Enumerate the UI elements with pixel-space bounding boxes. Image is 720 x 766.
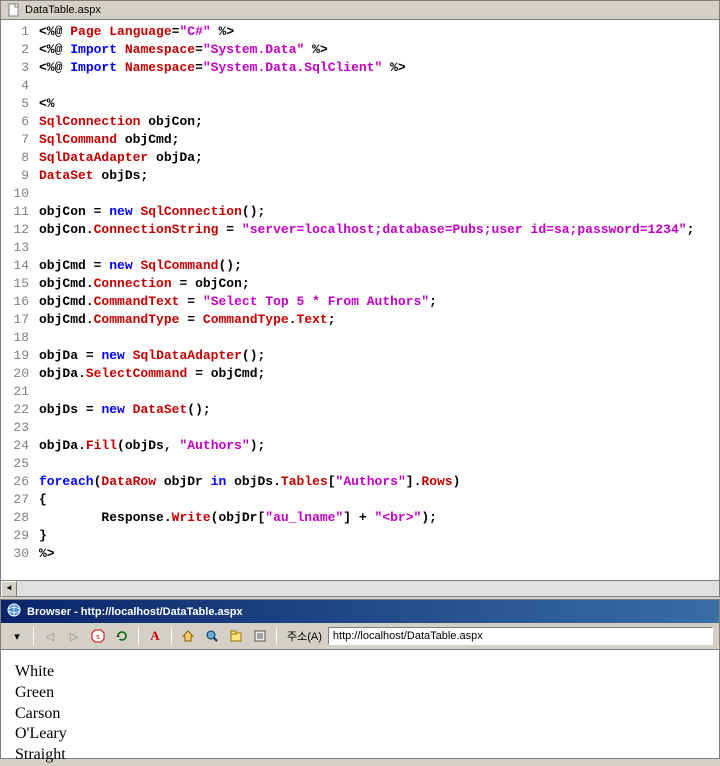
refresh-button[interactable]: [112, 626, 132, 646]
line-number: 9: [3, 167, 29, 185]
code-line[interactable]: <%: [39, 95, 715, 113]
line-number-gutter: 1234567891011121314151617181920212223242…: [1, 21, 35, 580]
search-button[interactable]: [202, 626, 222, 646]
line-number: 14: [3, 257, 29, 275]
line-number: 25: [3, 455, 29, 473]
code-line[interactable]: objDa.SelectCommand = objCmd;: [39, 365, 715, 383]
line-number: 30: [3, 545, 29, 563]
editor-area[interactable]: 1234567891011121314151617181920212223242…: [1, 20, 719, 580]
code-line[interactable]: objCmd = new SqlCommand();: [39, 257, 715, 275]
svg-text:s: s: [96, 634, 100, 641]
line-number: 26: [3, 473, 29, 491]
code-line[interactable]: [39, 383, 715, 401]
toolbar-separator: [276, 627, 277, 645]
browser-toolbar: ▾ ◁ ▷ s A 주: [1, 623, 719, 650]
code-line[interactable]: [39, 455, 715, 473]
line-number: 3: [3, 59, 29, 77]
line-number: 17: [3, 311, 29, 329]
line-number: 23: [3, 419, 29, 437]
line-number: 27: [3, 491, 29, 509]
code-line[interactable]: foreach(DataRow objDr in objDs.Tables["A…: [39, 473, 715, 491]
code-line[interactable]: <%@ Import Namespace="System.Data" %>: [39, 41, 715, 59]
line-number: 20: [3, 365, 29, 383]
line-number: 1: [3, 23, 29, 41]
line-number: 18: [3, 329, 29, 347]
browser-titlebar: Browser - http://localhost/DataTable.asp…: [1, 600, 719, 623]
code-line[interactable]: objCmd.Connection = objCon;: [39, 275, 715, 293]
history-button[interactable]: [250, 626, 270, 646]
home-button[interactable]: [178, 626, 198, 646]
browser-content: WhiteGreenCarsonO'LearyStraight: [1, 650, 719, 758]
line-number: 22: [3, 401, 29, 419]
line-number: 21: [3, 383, 29, 401]
toolbar-separator: [33, 627, 34, 645]
code-line[interactable]: %>: [39, 545, 715, 563]
output-line: Green: [15, 683, 705, 704]
code-line[interactable]: objCon.ConnectionString = "server=localh…: [39, 221, 715, 239]
line-number: 5: [3, 95, 29, 113]
toolbar-separator: [138, 627, 139, 645]
line-number: 11: [3, 203, 29, 221]
code-line[interactable]: <%@ Page Language="C#" %>: [39, 23, 715, 41]
line-number: 24: [3, 437, 29, 455]
line-number: 4: [3, 77, 29, 95]
line-number: 6: [3, 113, 29, 131]
line-number: 16: [3, 293, 29, 311]
code-line[interactable]: SqlDataAdapter objDa;: [39, 149, 715, 167]
code-line[interactable]: {: [39, 491, 715, 509]
code-line[interactable]: DataSet objDs;: [39, 167, 715, 185]
browser-icon: [7, 603, 21, 620]
code-line[interactable]: [39, 239, 715, 257]
line-number: 10: [3, 185, 29, 203]
output-line: Straight: [15, 745, 705, 766]
dropdown-icon[interactable]: ▾: [7, 626, 27, 646]
browser-window: Browser - http://localhost/DataTable.asp…: [0, 599, 720, 759]
code-line[interactable]: [39, 329, 715, 347]
editor-titlebar: DataTable.aspx: [1, 1, 719, 20]
code-line[interactable]: objCon = new SqlConnection();: [39, 203, 715, 221]
code-line[interactable]: <%@ Import Namespace="System.Data.SqlCli…: [39, 59, 715, 77]
output-line: Carson: [15, 704, 705, 725]
code-line[interactable]: objDs = new DataSet();: [39, 401, 715, 419]
code-line[interactable]: objCmd.CommandText = "Select Top 5 * Fro…: [39, 293, 715, 311]
code-line[interactable]: SqlConnection objCon;: [39, 113, 715, 131]
favorites-button[interactable]: [226, 626, 246, 646]
line-number: 28: [3, 509, 29, 527]
stop-button[interactable]: s: [88, 626, 108, 646]
code-line[interactable]: SqlCommand objCmd;: [39, 131, 715, 149]
scroll-left-button[interactable]: ◄: [1, 581, 17, 597]
code-line[interactable]: Response.Write(objDr["au_lname"] + "<br>…: [39, 509, 715, 527]
toolbar-separator: [171, 627, 172, 645]
line-number: 2: [3, 41, 29, 59]
line-number: 13: [3, 239, 29, 257]
address-label: 주소(A): [287, 628, 322, 644]
code-line[interactable]: objDa = new SqlDataAdapter();: [39, 347, 715, 365]
line-number: 8: [3, 149, 29, 167]
browser-title: Browser - http://localhost/DataTable.asp…: [27, 606, 243, 618]
code-content[interactable]: <%@ Page Language="C#" %><%@ Import Name…: [35, 21, 719, 580]
file-icon: [7, 3, 21, 17]
horizontal-scrollbar[interactable]: ◄: [1, 580, 719, 596]
code-line[interactable]: [39, 185, 715, 203]
line-number: 7: [3, 131, 29, 149]
code-line[interactable]: [39, 419, 715, 437]
code-editor-window: DataTable.aspx 1234567891011121314151617…: [0, 0, 720, 597]
output-line: O'Leary: [15, 724, 705, 745]
line-number: 19: [3, 347, 29, 365]
code-line[interactable]: [39, 77, 715, 95]
output-line: White: [15, 662, 705, 683]
font-button[interactable]: A: [145, 626, 165, 646]
code-line[interactable]: objCmd.CommandType = CommandType.Text;: [39, 311, 715, 329]
address-input[interactable]: [328, 627, 713, 645]
forward-button[interactable]: ▷: [64, 626, 84, 646]
editor-filename: DataTable.aspx: [25, 4, 101, 16]
line-number: 12: [3, 221, 29, 239]
line-number: 15: [3, 275, 29, 293]
code-line[interactable]: objDa.Fill(objDs, "Authors");: [39, 437, 715, 455]
back-button[interactable]: ◁: [40, 626, 60, 646]
code-line[interactable]: }: [39, 527, 715, 545]
line-number: 29: [3, 527, 29, 545]
